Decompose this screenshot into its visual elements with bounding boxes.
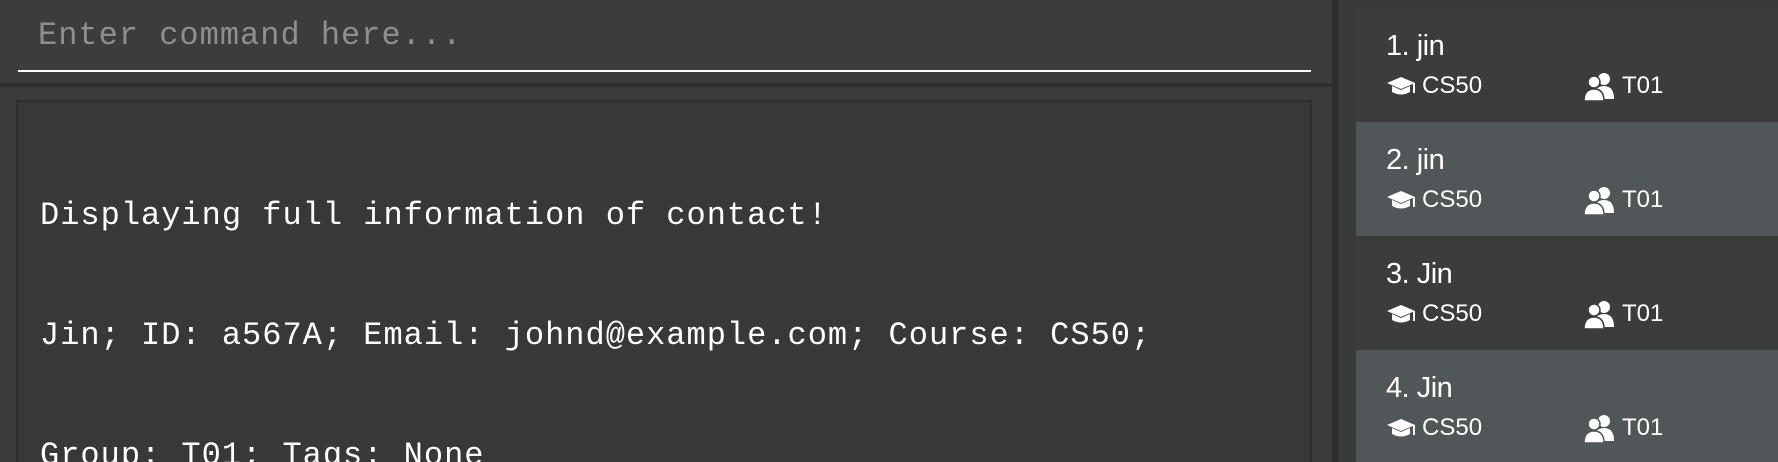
person-list-panel: 1. jin CS50 T01 2. jin CS50 T01 3. Jin C… <box>1338 0 1778 462</box>
app-window: Displaying full information of contact! … <box>0 0 1778 462</box>
command-box <box>18 0 1311 74</box>
course-label: CS50 <box>1422 414 1483 441</box>
person-name: 1. jin <box>1386 30 1445 62</box>
person-name: 2. jin <box>1386 144 1445 176</box>
group-field: T01 <box>1584 298 1663 330</box>
group-people-icon <box>1584 185 1616 215</box>
course-field: CS50 <box>1386 70 1482 102</box>
group-field: T01 <box>1584 70 1663 102</box>
group-people-icon <box>1584 413 1616 443</box>
panel-divider <box>0 83 1332 87</box>
course-label: CS50 <box>1422 72 1483 99</box>
course-label: CS50 <box>1422 186 1483 213</box>
command-input[interactable] <box>18 0 1311 72</box>
group-label: T01 <box>1622 414 1664 441</box>
person-card[interactable]: 2. jin CS50 T01 <box>1356 122 1778 236</box>
group-field: T01 <box>1584 184 1663 216</box>
group-label: T01 <box>1622 72 1664 99</box>
group-people-icon <box>1584 299 1616 329</box>
course-field: CS50 <box>1386 184 1482 216</box>
result-line: Displaying full information of contact! <box>40 197 828 234</box>
graduation-cap-icon <box>1386 416 1416 440</box>
group-people-icon <box>1584 71 1616 101</box>
group-label: T01 <box>1622 186 1664 213</box>
result-display[interactable]: Displaying full information of contact! … <box>16 100 1312 462</box>
graduation-cap-icon <box>1386 302 1416 326</box>
person-card[interactable]: 3. Jin CS50 T01 <box>1356 236 1778 350</box>
graduation-cap-icon <box>1386 188 1416 212</box>
group-label: T01 <box>1622 300 1664 327</box>
person-name: 3. Jin <box>1386 258 1453 290</box>
person-card[interactable]: 4. Jin CS50 T01 <box>1356 350 1778 462</box>
main-panel: Displaying full information of contact! … <box>0 0 1332 462</box>
course-field: CS50 <box>1386 298 1482 330</box>
person-name: 4. Jin <box>1386 372 1453 404</box>
result-line: Jin; ID: a567A; Email: johnd@example.com… <box>40 317 1152 354</box>
course-field: CS50 <box>1386 412 1482 444</box>
result-line: Group: T01; Tags: None <box>40 437 485 462</box>
person-card[interactable]: 1. jin CS50 T01 <box>1356 8 1778 122</box>
person-list[interactable]: 1. jin CS50 T01 2. jin CS50 T01 3. Jin C… <box>1356 8 1778 462</box>
graduation-cap-icon <box>1386 74 1416 98</box>
group-field: T01 <box>1584 412 1663 444</box>
course-label: CS50 <box>1422 300 1483 327</box>
